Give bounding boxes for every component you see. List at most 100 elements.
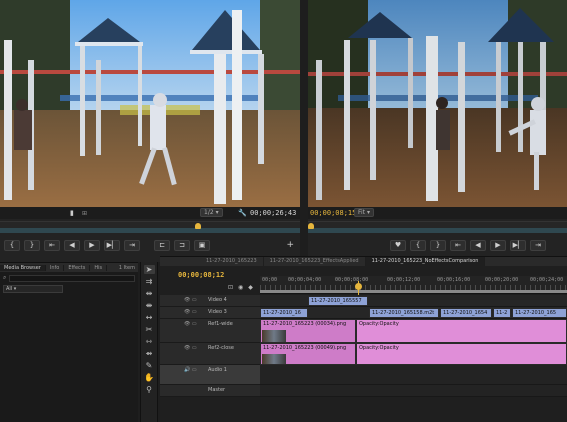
- ruler-label: 00;00;20;00: [485, 277, 519, 283]
- mark-in-button[interactable]: {: [4, 239, 20, 251]
- track-lane-ref1[interactable]: 11-27-2010_165223 (00034).png Opacity:Op…: [260, 319, 567, 343]
- marker-icon[interactable]: ▮: [70, 209, 74, 217]
- rate-stretch-tool-icon[interactable]: ↔: [144, 313, 155, 322]
- program-play-button[interactable]: ▶: [490, 239, 506, 251]
- program-step-back-button[interactable]: ◀: [470, 239, 486, 251]
- clip[interactable]: 11-27-2010_165223 (00049).png: [260, 343, 356, 365]
- program-step-forward-button[interactable]: ▶▏: [510, 239, 526, 251]
- sequence-tab-2[interactable]: 11-27-2010_165223_EffectsApplied: [264, 257, 366, 266]
- clip[interactable]: 11-27-2010_165: [512, 308, 567, 318]
- slip-tool-icon[interactable]: ⇿: [144, 337, 155, 346]
- track-header-video3[interactable]: 👁 ▭ Video 3: [160, 307, 260, 319]
- clip[interactable]: 11-27-2010_165557: [308, 296, 368, 306]
- razor-tool-icon[interactable]: ✂: [144, 325, 155, 334]
- clip-label: 11-27-2010_165223 (00049).png: [263, 345, 347, 351]
- track-header-audio1[interactable]: 🔊 ▭ Audio 1: [160, 365, 260, 385]
- source-transport-controls: { } ⇤ ◀ ▶ ▶▏ ⇥ ⊏ ⊐ ▣ +: [0, 238, 300, 252]
- program-zoom-dropdown[interactable]: Fit ▾: [354, 208, 374, 217]
- add-button[interactable]: +: [286, 240, 294, 250]
- program-mark-in-button[interactable]: {: [410, 239, 426, 251]
- project-panel: Media Browser Info Effects His 1 Item ⌕ …: [0, 262, 138, 422]
- overwrite-button[interactable]: ⊐: [174, 239, 190, 251]
- go-to-out-button[interactable]: ⇥: [124, 239, 140, 251]
- mark-out-button[interactable]: }: [24, 239, 40, 251]
- rolling-edit-tool-icon[interactable]: ⇼: [144, 301, 155, 310]
- program-transport-controls: ♥ { } ⇤ ◀ ▶ ▶▏ ⇥: [308, 238, 567, 252]
- source-zoom-dropdown[interactable]: 1/2 ▾: [200, 208, 223, 217]
- slide-tool-icon[interactable]: ⇴: [144, 349, 155, 358]
- work-area-bar[interactable]: [260, 290, 567, 293]
- export-frame-button[interactable]: ▣: [194, 239, 210, 251]
- step-forward-button[interactable]: ▶▏: [104, 239, 120, 251]
- track-header-master[interactable]: Master: [160, 385, 260, 397]
- go-to-in-button[interactable]: ⇤: [44, 239, 60, 251]
- track-lane-video3[interactable]: 11-27-2010_16 11-27-2010_165158.m2t 11-2…: [260, 307, 567, 319]
- track-header-video4[interactable]: 👁 ▭ Video 4: [160, 295, 260, 307]
- track-select-tool-icon[interactable]: ⇉: [144, 277, 155, 286]
- clip[interactable]: 11-27-2010_165158.m2t: [369, 308, 439, 318]
- source-zoom-value: 1/2: [204, 209, 214, 216]
- source-playhead[interactable]: [195, 223, 201, 229]
- program-monitor: 00;00;08;15 Fit ▾ ♥ { } ⇤ ◀ ▶ ▶▏ ⇥: [308, 0, 567, 262]
- timeline-header-icons: ⊡ ◉ ◆: [228, 284, 253, 291]
- clip[interactable]: Opacity:Opacity: [356, 319, 567, 343]
- program-playhead[interactable]: [308, 223, 314, 229]
- marker-icon[interactable]: ◉: [238, 284, 243, 291]
- track-header-ref1[interactable]: 👁 ▭ Ref1-wide: [160, 319, 260, 343]
- item-count: 1 Item: [118, 264, 135, 271]
- track-toggle-icons[interactable]: 👁 ▭: [184, 321, 197, 327]
- track-name: Video 3: [208, 309, 227, 315]
- pen-tool-icon[interactable]: ✎: [144, 361, 155, 370]
- track-toggle-icons[interactable]: 👁 ▭: [184, 297, 197, 303]
- track-header-ref2[interactable]: 👁 ▭ Ref2-close: [160, 343, 260, 365]
- source-scrub-bar[interactable]: [0, 228, 300, 233]
- keyframe-icon[interactable]: ◆: [248, 284, 253, 291]
- tab-history[interactable]: His: [90, 264, 108, 271]
- audio-toggle-icons[interactable]: 🔊 ▭: [184, 367, 197, 373]
- track-toggle-icons[interactable]: 👁 ▭: [184, 309, 197, 315]
- program-playground-image: [308, 0, 567, 207]
- clip[interactable]: 11-27-2010_16: [260, 308, 308, 318]
- source-status-bar: ▮ ⊞ 1/2 ▾ 🔧 00;00;26;43: [0, 207, 300, 219]
- program-go-to-in-button[interactable]: ⇤: [450, 239, 466, 251]
- track-lane-ref2[interactable]: 11-27-2010_165223 (00049).png Opacity:Op…: [260, 343, 567, 365]
- clip[interactable]: 11-2: [493, 308, 511, 318]
- sequence-tabs: 11-27-2010_165223 11-27-2010_165223_Effe…: [160, 257, 567, 266]
- snap-icon[interactable]: ⊡: [228, 284, 233, 291]
- add-marker-button[interactable]: ♥: [390, 239, 406, 251]
- program-timecode: 00;00;08;15: [310, 209, 357, 217]
- filter-dropdown[interactable]: All ▾: [3, 285, 63, 293]
- timeline-timecode[interactable]: 00;00;08;12: [178, 271, 224, 279]
- insert-button[interactable]: ⊏: [154, 239, 170, 251]
- sequence-tab-3[interactable]: 11-27-2010_165223_NoEffectsComparison: [365, 257, 486, 266]
- play-button[interactable]: ▶: [84, 239, 100, 251]
- clip[interactable]: Opacity:Opacity: [356, 343, 567, 365]
- tab-info[interactable]: Info: [46, 264, 65, 271]
- step-back-button[interactable]: ◀: [64, 239, 80, 251]
- zoom-tool-icon[interactable]: ⚲: [144, 385, 155, 394]
- track-toggle-icons[interactable]: 👁 ▭: [184, 345, 197, 351]
- clip[interactable]: 11-27-2010_165223 (00034).png: [260, 319, 356, 343]
- hand-tool-icon[interactable]: ✋: [144, 373, 155, 382]
- program-scrub-bar[interactable]: [308, 228, 567, 233]
- fit-icon[interactable]: ⊞: [82, 210, 87, 217]
- search-input[interactable]: [9, 274, 135, 282]
- tab-effects[interactable]: Effects: [64, 264, 91, 271]
- program-status-bar: 00;00;08;15 Fit ▾: [308, 207, 567, 219]
- sequence-tab-1[interactable]: 11-27-2010_165223: [200, 257, 264, 266]
- track-name: Ref2-close: [208, 345, 234, 351]
- track-lane-audio1[interactable]: [260, 365, 567, 385]
- ruler-label: 00;00;04;00: [288, 277, 322, 283]
- program-go-to-out-button[interactable]: ⇥: [530, 239, 546, 251]
- track-name: Audio 1: [208, 367, 227, 373]
- clip[interactable]: 11-27-2010_1654: [440, 308, 492, 318]
- tab-media-browser[interactable]: Media Browser: [0, 264, 46, 271]
- wrench-icon[interactable]: 🔧: [238, 209, 247, 217]
- program-mark-out-button[interactable]: }: [430, 239, 446, 251]
- clip-thumbnail: [262, 330, 286, 342]
- selection-tool-icon[interactable]: ➤: [143, 265, 155, 274]
- track-lane-master[interactable]: [260, 385, 567, 397]
- timeline-ruler[interactable]: 00;00 00;00;04;00 00;00;08;00 00;00;12;0…: [260, 276, 567, 294]
- track-lane-video4[interactable]: 11-27-2010_165557: [260, 295, 567, 307]
- ripple-edit-tool-icon[interactable]: ⇹: [144, 289, 155, 298]
